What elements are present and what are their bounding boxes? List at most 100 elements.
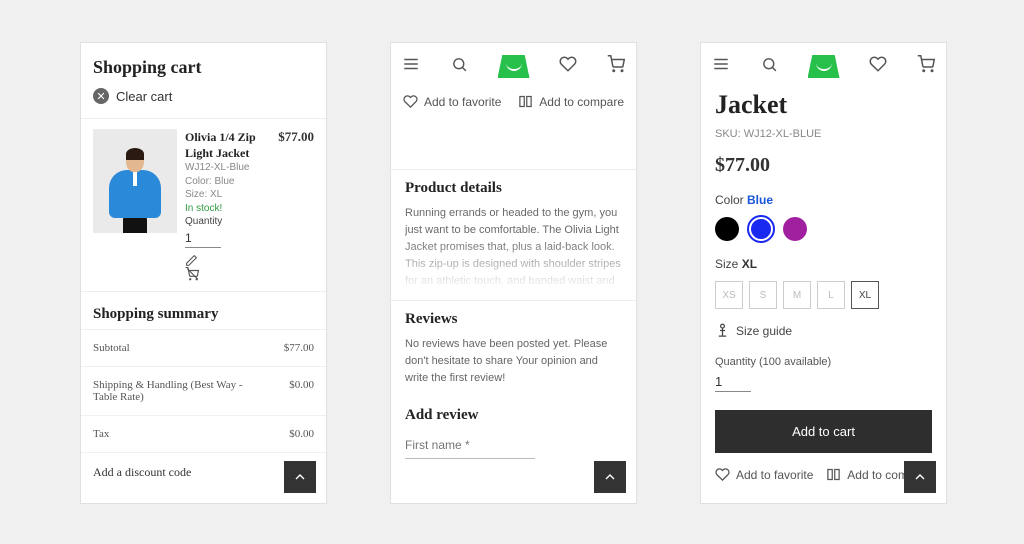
heart-icon — [559, 55, 577, 73]
reviews-heading: Reviews — [405, 311, 622, 328]
logo-bag-icon[interactable] — [498, 50, 530, 78]
product-sku: SKU: WJ12-XL-BLUE — [715, 128, 932, 140]
search-button[interactable] — [759, 54, 779, 74]
size-guide-button[interactable]: Size guide — [715, 323, 932, 338]
summary-row-tax: Tax $0.00 — [81, 415, 326, 452]
add-favorite-label: Add to favorite — [736, 468, 813, 482]
first-name-input[interactable] — [405, 432, 535, 459]
cart-item-sku: WJ12-XL-Blue — [185, 161, 272, 175]
ship-value: $0.00 — [289, 379, 314, 403]
compare-icon — [826, 467, 841, 482]
compare-icon — [518, 94, 533, 109]
swatch-purple[interactable] — [783, 217, 807, 241]
product-details-section: Product details Running errands or heade… — [391, 169, 636, 300]
panel-cart: Shopping cart ✕ Clear cart Olivia 1/4 Zi… — [80, 42, 327, 504]
tax-value: $0.00 — [289, 428, 314, 440]
clear-cart-label: Clear cart — [116, 89, 172, 104]
search-button[interactable] — [449, 54, 469, 74]
subtotal-label: Subtotal — [93, 342, 130, 354]
wishlist-button[interactable] — [868, 54, 888, 74]
cart-item-color: Color: Blue — [185, 175, 272, 189]
add-to-cart-button[interactable]: Add to cart — [715, 410, 932, 453]
cart-button[interactable] — [916, 54, 936, 74]
cart-item-info: Olivia 1/4 Zip Light Jacket WJ12-XL-Blue… — [185, 129, 272, 281]
size-xl[interactable]: XL — [851, 281, 879, 309]
clear-icon: ✕ — [93, 88, 109, 104]
menu-button[interactable] — [401, 54, 421, 74]
cart-item: Olivia 1/4 Zip Light Jacket WJ12-XL-Blue… — [81, 118, 326, 292]
cart-item-stock: In stock! — [185, 202, 272, 216]
cart-item-qty-input[interactable]: 1 — [185, 229, 221, 248]
cart-icon — [917, 55, 935, 73]
size-m[interactable]: M — [783, 281, 811, 309]
panel-product-details: Add to favorite Add to compare Product d… — [390, 42, 637, 504]
cart-item-size: Size: XL — [185, 188, 272, 202]
tax-label: Tax — [93, 428, 109, 440]
add-review-heading: Add review — [405, 407, 622, 424]
cart-item-name: Olivia 1/4 Zip Light Jacket — [185, 129, 272, 161]
color-swatches — [715, 217, 932, 241]
ruler-icon — [715, 323, 730, 338]
cart-button[interactable] — [606, 54, 626, 74]
fav-compare-row: Add to favorite Add to compare — [391, 86, 636, 169]
size-l[interactable]: L — [817, 281, 845, 309]
add-compare-button[interactable]: Add to compare — [518, 94, 624, 109]
size-options: XS S M L XL — [715, 281, 932, 309]
cart-icon — [607, 55, 625, 73]
quantity-label: Quantity (100 available) — [715, 356, 932, 368]
summary-row-shipping: Shipping & Handling (Best Way - Table Ra… — [81, 366, 326, 415]
heart-icon — [869, 55, 887, 73]
product-price: $77.00 — [715, 154, 932, 177]
chevron-up-icon — [292, 469, 308, 485]
reviews-body: No reviews have been posted yet. Please … — [405, 336, 622, 387]
cart-item-qty-label: Quantity — [185, 215, 272, 229]
color-value: Blue — [747, 193, 773, 207]
swatch-blue[interactable] — [749, 217, 773, 241]
ship-label: Shipping & Handling (Best Way - Table Ra… — [93, 379, 243, 403]
chevron-up-icon — [912, 469, 928, 485]
product-details-body: Running errands or headed to the gym, yo… — [405, 205, 622, 290]
scroll-top-button[interactable] — [904, 461, 936, 493]
menu-button[interactable] — [711, 54, 731, 74]
subtotal-value: $77.00 — [284, 342, 314, 354]
summary-title: Shopping summary — [81, 292, 326, 329]
search-icon — [451, 56, 468, 73]
size-value: XL — [742, 257, 757, 271]
size-s[interactable]: S — [749, 281, 777, 309]
swatch-black[interactable] — [715, 217, 739, 241]
remove-from-cart-icon[interactable] — [185, 267, 199, 281]
color-label: Color Blue — [715, 193, 932, 207]
menu-icon — [712, 55, 730, 73]
reviews-section: Reviews No reviews have been posted yet.… — [391, 300, 636, 397]
add-review-section: Add review — [391, 397, 636, 469]
product-details-heading: Product details — [405, 180, 622, 197]
heart-outline-icon — [715, 467, 730, 482]
wishlist-button[interactable] — [558, 54, 578, 74]
logo-bag-icon[interactable] — [808, 50, 840, 78]
clear-cart-button[interactable]: ✕ Clear cart — [81, 84, 326, 118]
panel-product-page: Jacket SKU: WJ12-XL-BLUE $77.00 Color Bl… — [700, 42, 947, 504]
heart-outline-icon — [403, 94, 418, 109]
top-toolbar — [701, 43, 946, 86]
page-title: Shopping cart — [81, 43, 326, 84]
menu-icon — [402, 55, 420, 73]
quantity-input[interactable]: 1 — [715, 372, 751, 392]
size-label: Size XL — [715, 257, 932, 271]
product-thumbnail[interactable] — [93, 129, 177, 233]
size-xs[interactable]: XS — [715, 281, 743, 309]
scroll-top-button[interactable] — [594, 461, 626, 493]
cart-item-actions — [185, 254, 272, 281]
scroll-top-button[interactable] — [284, 461, 316, 493]
summary-row-subtotal: Subtotal $77.00 — [81, 329, 326, 366]
product-title: Jacket — [715, 90, 932, 120]
add-favorite-button[interactable]: Add to favorite — [715, 467, 813, 482]
chevron-up-icon — [602, 469, 618, 485]
fav-compare-row: Add to favorite Add to compare — [715, 467, 932, 482]
add-favorite-label: Add to favorite — [424, 95, 501, 109]
edit-icon[interactable] — [185, 254, 198, 267]
size-guide-label: Size guide — [736, 324, 792, 338]
search-icon — [761, 56, 778, 73]
add-compare-label: Add to compare — [539, 95, 624, 109]
top-toolbar — [391, 43, 636, 86]
add-favorite-button[interactable]: Add to favorite — [403, 94, 501, 109]
